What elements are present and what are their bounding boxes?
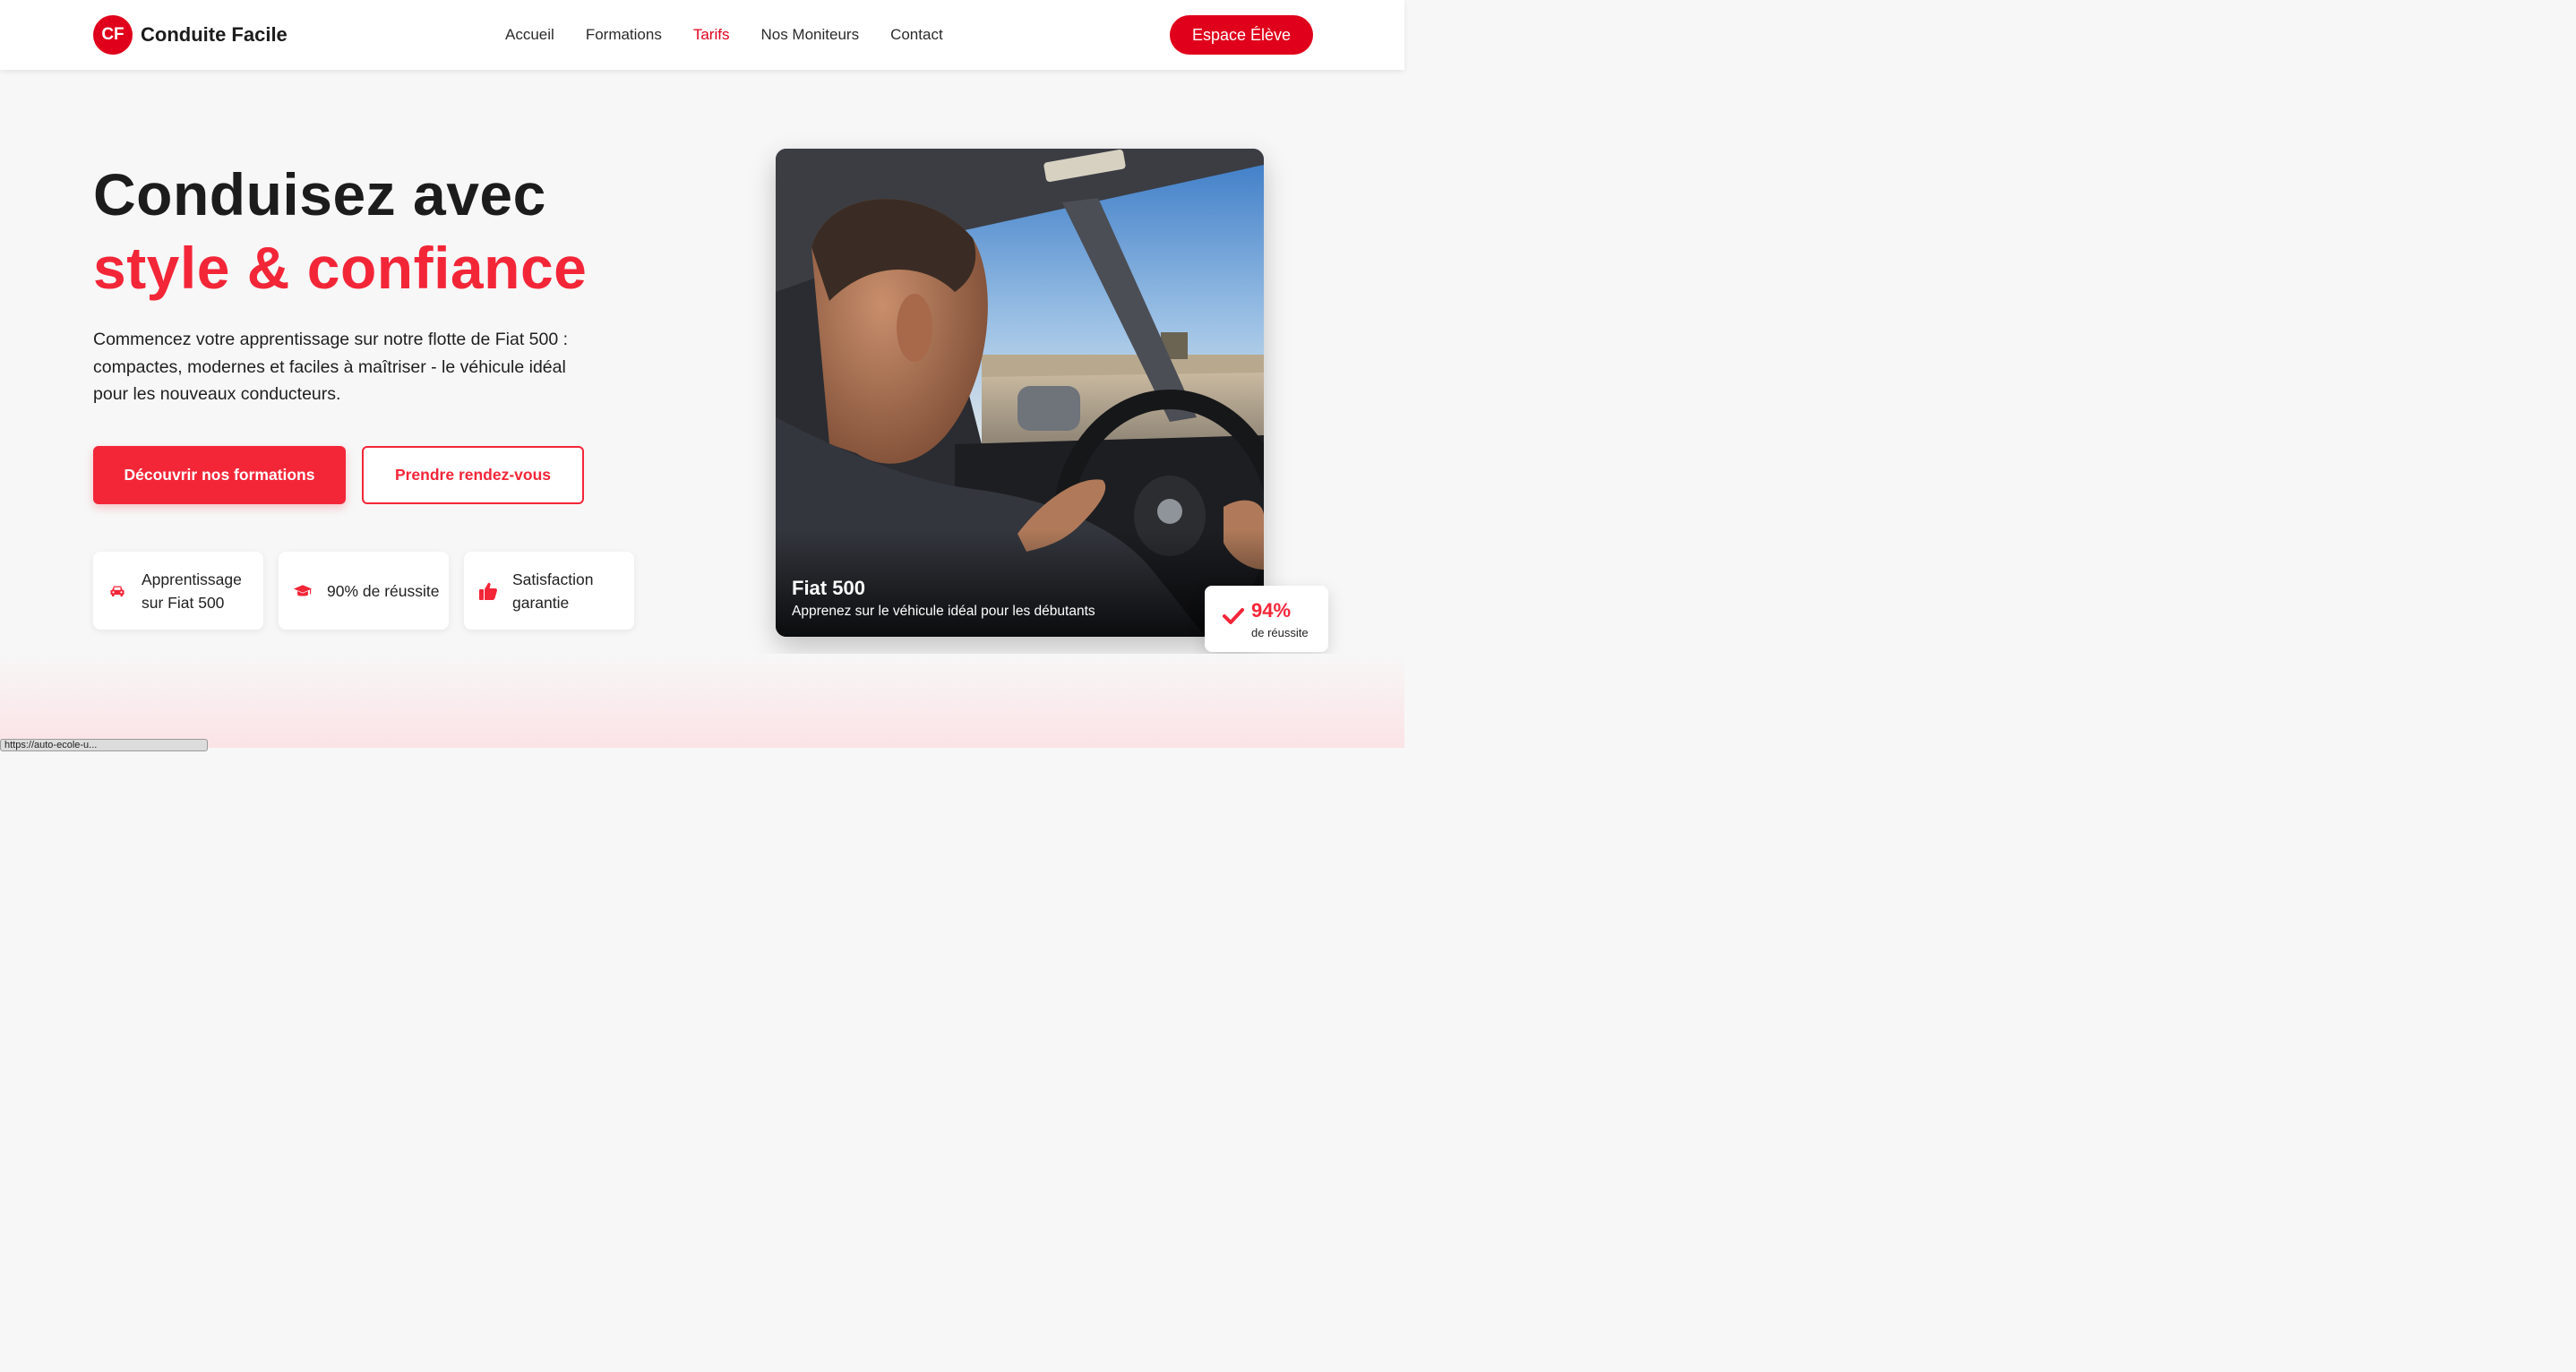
section-divider [0,654,1404,748]
book-appointment-button[interactable]: Prendre rendez-vous [362,446,584,504]
nav-nos-moniteurs[interactable]: Nos Moniteurs [760,25,859,45]
feature-list: Apprentissage sur Fiat 500 90% de réussi… [93,552,649,630]
car-icon [107,581,127,601]
nav-tarifs[interactable]: Tarifs [693,25,730,45]
logo[interactable]: CF Conduite Facile [93,15,288,55]
site-header: CF Conduite Facile Accueil Formations Ta… [0,0,1404,70]
photo-subtitle: Apprenez sur le véhicule idéal pour les … [792,604,1095,619]
discover-formations-button[interactable]: Découvrir nos formations [93,446,346,504]
feature-card-fiat: Apprentissage sur Fiat 500 [93,552,263,630]
student-space-button[interactable]: Espace Élève [1170,15,1313,55]
success-rate-label: de réussite [1251,626,1309,639]
hero-title-line2: style & confiance [93,235,588,301]
photo-title: Fiat 500 [792,577,865,599]
nav-formations[interactable]: Formations [586,25,662,45]
logo-badge: CF [93,15,133,55]
success-rate-badge: 94% de réussite [1205,586,1328,652]
brand-name: Conduite Facile [141,23,288,46]
feature-label: 90% de réussite [327,581,440,600]
graduation-cap-icon [293,581,313,601]
thumbs-up-icon [478,581,498,601]
status-bar-url: https://auto-ecole-u... [0,739,208,751]
success-rate-value: 94% [1251,599,1292,622]
checkmark-icon [1223,608,1244,624]
feature-label: Satisfaction garantie [512,570,594,612]
main-nav: Accueil Formations Tarifs Nos Moniteurs … [505,25,975,45]
feature-card-satisfaction: Satisfaction garantie [464,552,634,630]
feature-card-success: 90% de réussite [279,552,449,630]
hero-description: Commencez votre apprentissage sur notre … [93,330,569,404]
nav-accueil[interactable]: Accueil [505,25,554,45]
feature-label: Apprentissage sur Fiat 500 [142,570,242,612]
nav-contact[interactable]: Contact [890,25,943,45]
hero-title: Conduisez avec style & confiance [93,158,587,304]
hero-photo-card: Fiat 500 Apprenez sur le véhicule idéal … [776,149,1264,637]
hero-title-line1: Conduisez avec [93,161,546,227]
